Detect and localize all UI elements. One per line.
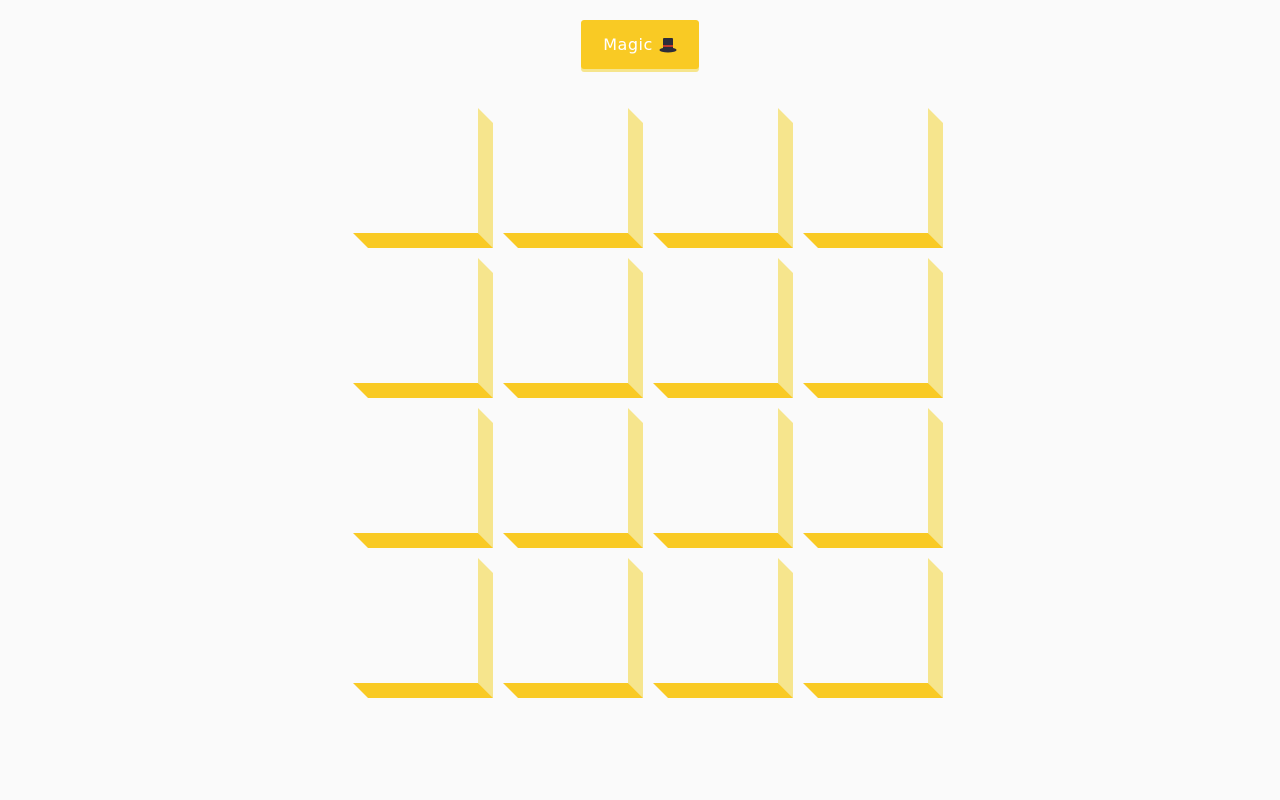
grid-box: [653, 258, 793, 398]
box-bottom-face: [353, 683, 493, 698]
box-bottom-face: [503, 383, 643, 398]
box-bottom-face: [503, 533, 643, 548]
box-bottom-face: [353, 233, 493, 248]
grid-box: [653, 408, 793, 548]
grid-box: [653, 108, 793, 248]
page: Magic: [0, 0, 1280, 800]
grid-box: [353, 258, 493, 398]
box-right-face: [628, 108, 643, 248]
box-bottom-face: [653, 383, 793, 398]
box-bottom-face: [803, 233, 943, 248]
grid-box: [803, 408, 943, 548]
box-right-face: [928, 408, 943, 548]
grid-box: [503, 258, 643, 398]
box-right-face: [478, 108, 493, 248]
box-bottom-face: [653, 683, 793, 698]
grid-box: [353, 408, 493, 548]
box-right-face: [778, 258, 793, 398]
box-right-face: [628, 408, 643, 548]
box-right-face: [478, 558, 493, 698]
box-right-face: [478, 258, 493, 398]
box-grid: [353, 108, 943, 698]
box-bottom-face: [353, 533, 493, 548]
box-bottom-face: [803, 533, 943, 548]
box-bottom-face: [803, 383, 943, 398]
box-right-face: [778, 408, 793, 548]
box-right-face: [478, 408, 493, 548]
grid-box: [353, 108, 493, 248]
magic-button[interactable]: Magic: [581, 20, 699, 69]
magic-button-label: Magic: [603, 35, 653, 54]
box-right-face: [778, 558, 793, 698]
box-right-face: [928, 108, 943, 248]
box-bottom-face: [503, 683, 643, 698]
box-right-face: [628, 258, 643, 398]
grid-box: [503, 408, 643, 548]
grid-box: [803, 258, 943, 398]
grid-box: [503, 558, 643, 698]
box-right-face: [778, 108, 793, 248]
grid-box: [653, 558, 793, 698]
box-bottom-face: [653, 533, 793, 548]
box-right-face: [928, 258, 943, 398]
grid-box: [353, 558, 493, 698]
box-bottom-face: [353, 383, 493, 398]
top-hat-icon: [659, 37, 677, 53]
grid-box: [803, 558, 943, 698]
grid-box: [803, 108, 943, 248]
box-bottom-face: [653, 233, 793, 248]
grid-box: [503, 108, 643, 248]
box-right-face: [928, 558, 943, 698]
box-bottom-face: [803, 683, 943, 698]
box-bottom-face: [503, 233, 643, 248]
box-right-face: [628, 558, 643, 698]
